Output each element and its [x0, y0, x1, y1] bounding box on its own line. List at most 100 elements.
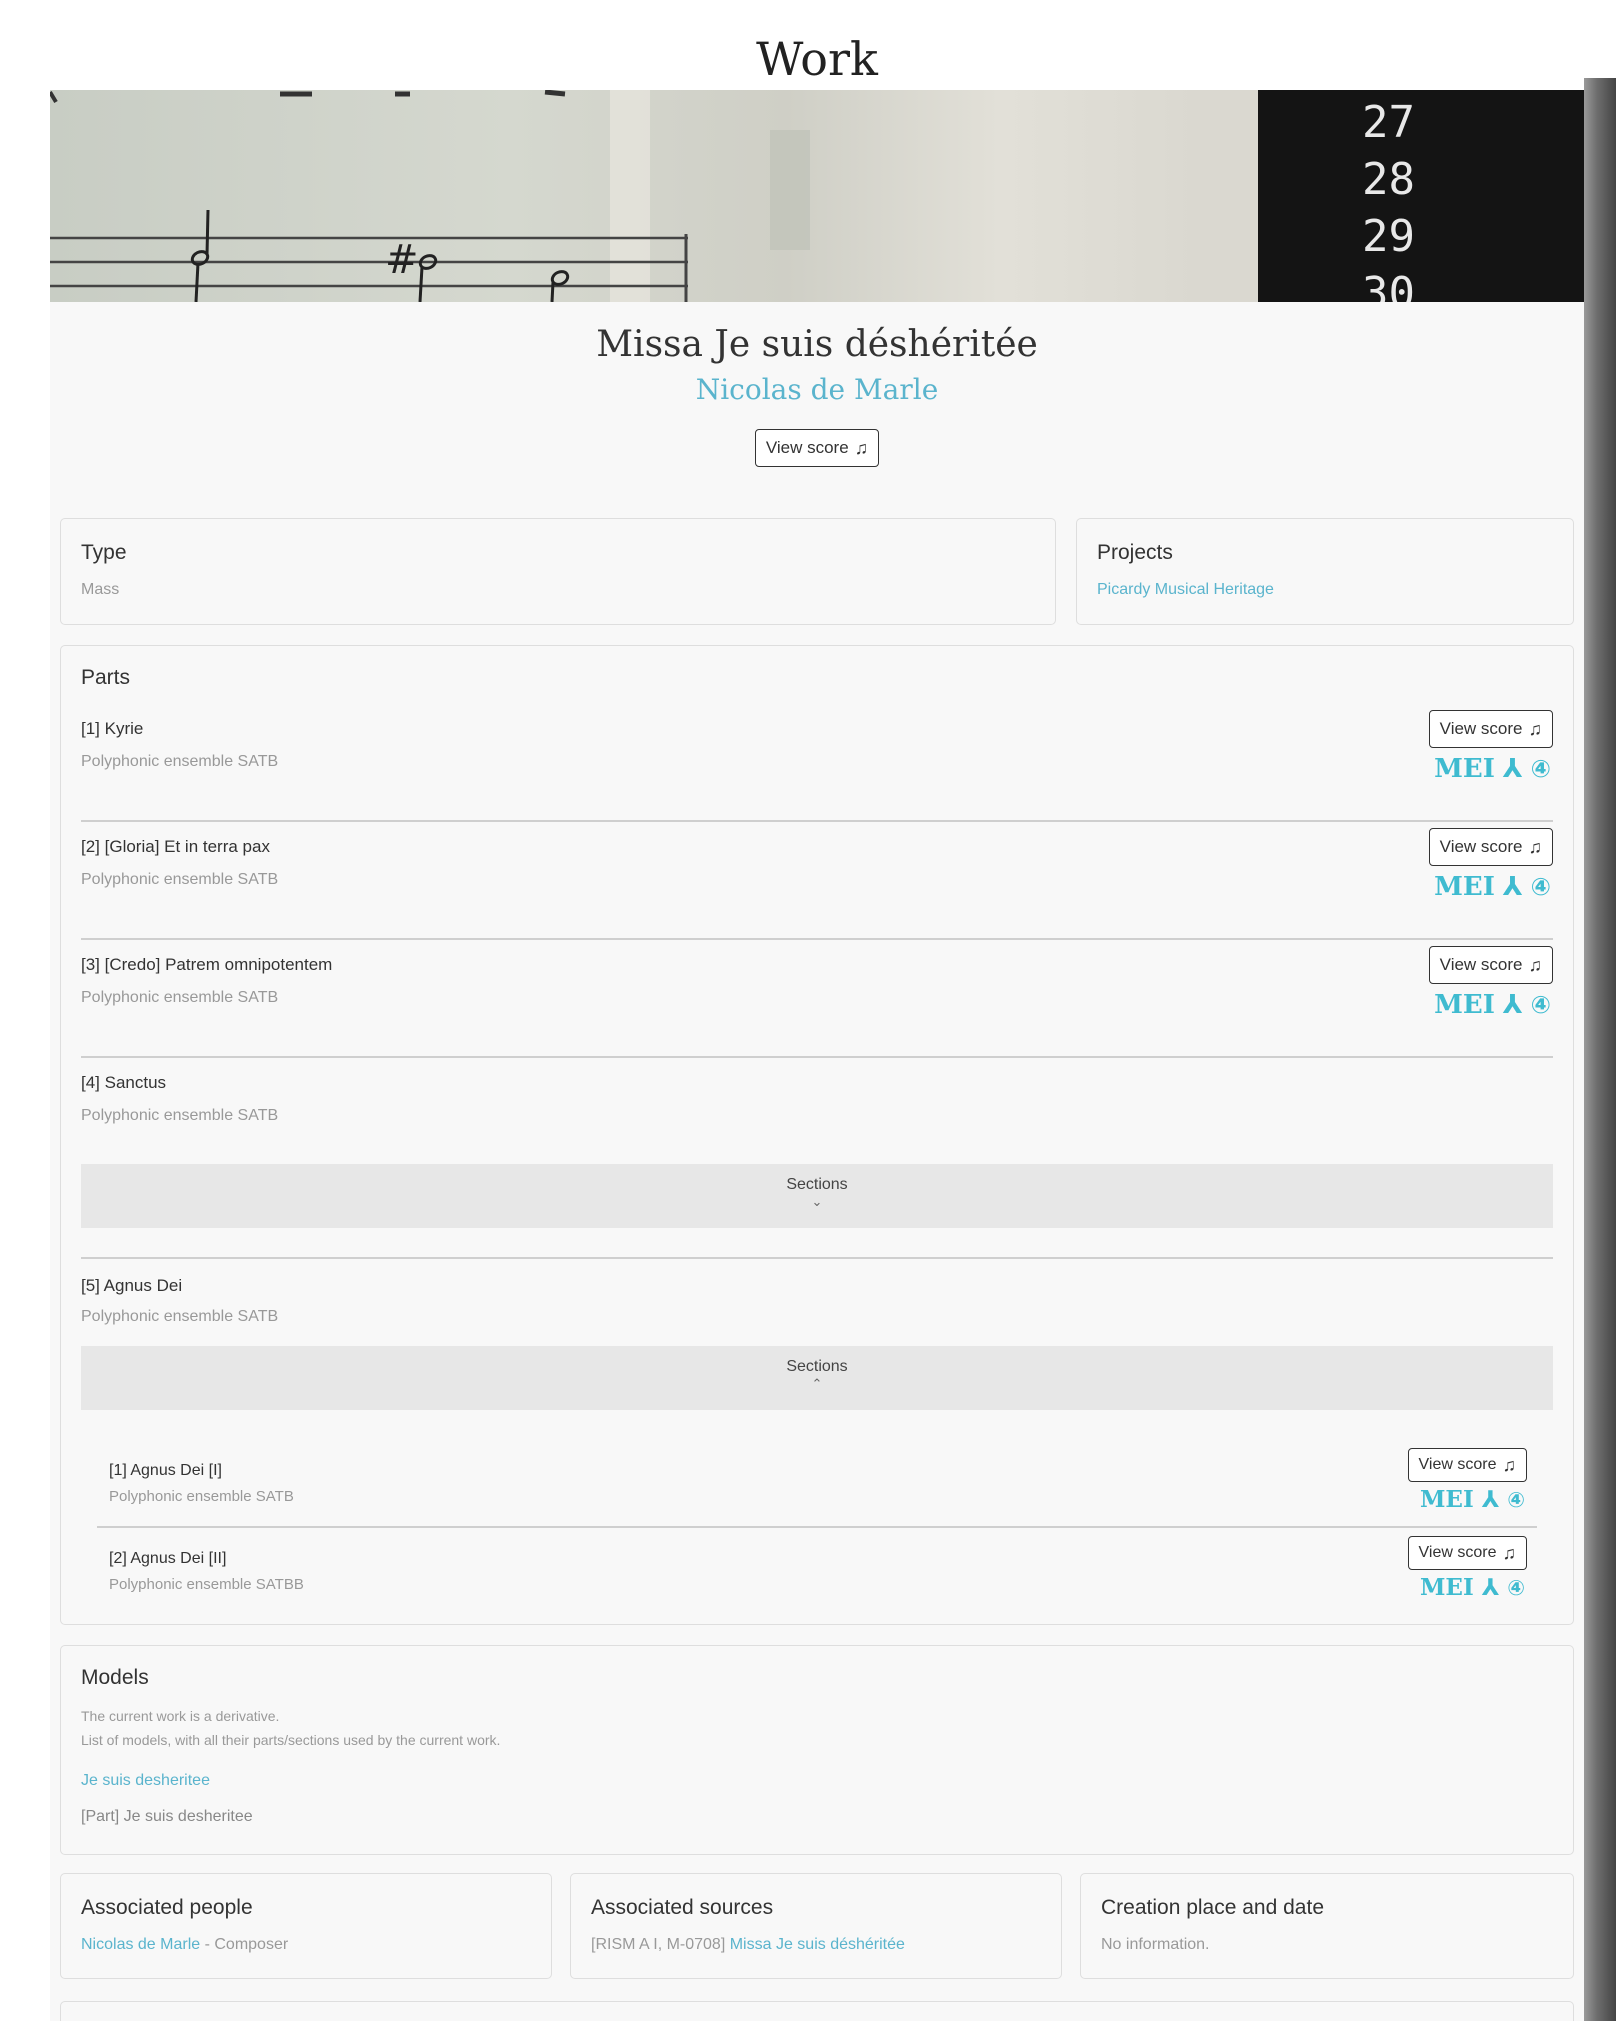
- download-icons: MEI ⅄ ④: [1434, 872, 1551, 902]
- line-number: 27: [1362, 97, 1415, 148]
- models-note: List of models, with all their parts/sec…: [81, 1732, 501, 1748]
- music-note-icon: ♫: [1502, 1542, 1517, 1563]
- person-link[interactable]: Nicolas de Marle: [81, 1936, 200, 1953]
- view-score-label: View score: [1418, 1544, 1497, 1561]
- pdf-icon[interactable]: ⅄: [1482, 1487, 1500, 1513]
- section-name[interactable]: [2] Agnus Dei [II]: [109, 1550, 226, 1568]
- creation-title: Creation place and date: [1101, 1896, 1324, 1919]
- section-separator: [97, 1526, 1537, 1528]
- view-score-label: View score: [1418, 1456, 1497, 1473]
- pdf-icon[interactable]: ⅄: [1503, 872, 1523, 902]
- models-note: The current work is a derivative.: [81, 1708, 280, 1724]
- music-note-icon: ♫: [1528, 954, 1543, 975]
- part-description: Polyphonic ensemble SATB: [81, 1308, 279, 1325]
- view-score-button[interactable]: View score ♫: [1407, 1536, 1527, 1570]
- midi-icon[interactable]: ④: [1531, 873, 1551, 901]
- midi-icon[interactable]: ④: [1507, 1488, 1525, 1512]
- line-number: 28: [1362, 154, 1415, 205]
- page: Work # 27 28 29 30 Missa Je suis déshéri…: [50, 28, 1584, 2021]
- window-shadow: [1584, 78, 1616, 2021]
- parts-card-title: Parts: [81, 666, 131, 689]
- svg-text:#: #: [385, 237, 419, 283]
- music-staff-graphic: #: [50, 90, 810, 302]
- models-card-title: Models: [81, 1666, 149, 1689]
- sections-label: Sections: [786, 1358, 848, 1375]
- mei-icon[interactable]: MEI: [1420, 1574, 1474, 1601]
- view-score-label: View score: [765, 438, 849, 457]
- music-note-icon: ♫: [1528, 718, 1543, 739]
- view-score-button[interactable]: View score ♫: [1407, 1448, 1527, 1482]
- download-icons: MEI ⅄ ④: [1434, 990, 1551, 1020]
- part-separator: [81, 1257, 1553, 1259]
- model-part: [Part] Je suis desheritee: [81, 1808, 253, 1825]
- pdf-icon[interactable]: ⅄: [1503, 990, 1523, 1020]
- midi-icon[interactable]: ④: [1507, 1576, 1525, 1600]
- sections-toggle-collapsed[interactable]: Sections ⌄: [81, 1164, 1553, 1228]
- view-score-button[interactable]: View score ♫: [1428, 828, 1553, 866]
- pdf-icon[interactable]: ⅄: [1503, 754, 1523, 784]
- person-role: - Composer: [200, 1936, 289, 1953]
- part-separator: [81, 1056, 1553, 1058]
- part-name[interactable]: [2] [Gloria] Et in terra pax: [81, 837, 270, 857]
- section-description: Polyphonic ensemble SATBB: [109, 1576, 304, 1593]
- associated-people-card: Associated people Nicolas de Marle - Com…: [60, 1873, 552, 1979]
- view-score-label: View score: [1439, 719, 1523, 738]
- view-score-button[interactable]: View score ♫: [754, 429, 880, 467]
- associated-sources-title: Associated sources: [591, 1896, 774, 1919]
- part-name[interactable]: [3] [Credo] Patrem omnipotentem: [81, 955, 332, 975]
- section-description: Polyphonic ensemble SATB: [109, 1488, 294, 1505]
- mei-icon[interactable]: MEI: [1434, 872, 1495, 902]
- sections-toggle-expanded[interactable]: Sections ⌃: [81, 1346, 1553, 1410]
- view-score-button[interactable]: View score ♫: [1428, 946, 1553, 984]
- mei-icon[interactable]: MEI: [1420, 1486, 1474, 1513]
- project-link[interactable]: Picardy Musical Heritage: [1097, 581, 1274, 599]
- composer-link[interactable]: Nicolas de Marle: [50, 373, 1584, 406]
- part-row: [5] Agnus Dei Polyphonic ensemble SATB: [81, 1265, 1553, 1335]
- projects-card: Projects Picardy Musical Heritage: [1076, 518, 1574, 625]
- view-score-label: View score: [1439, 837, 1523, 856]
- view-score-button[interactable]: View score ♫: [1428, 710, 1553, 748]
- source-link[interactable]: Missa Je suis déshéritée: [730, 1936, 905, 1953]
- part-row: [1] Kyrie Polyphonic ensemble SATB View …: [81, 710, 1553, 810]
- next-card: [60, 2001, 1574, 2021]
- score-banner-image: # 27 28 29 30: [50, 90, 1584, 302]
- banner-line-numbers: 27 28 29 30: [1362, 94, 1415, 302]
- download-icons: MEI ⅄ ④: [1420, 1574, 1525, 1601]
- work-title: Missa Je suis déshéritée: [596, 324, 1038, 365]
- midi-icon[interactable]: ④: [1531, 755, 1551, 783]
- projects-card-title: Projects: [1097, 541, 1173, 564]
- part-row: [4] Sanctus Polyphonic ensemble SATB: [81, 1064, 1553, 1134]
- chevron-down-icon: ⌄: [811, 1194, 823, 1209]
- associated-sources-card: Associated sources [RISM A I, M-0708] Mi…: [570, 1873, 1062, 1979]
- type-card-title: Type: [81, 541, 127, 564]
- type-card: Type Mass: [60, 518, 1056, 625]
- section-row: [1] Agnus Dei [I] Polyphonic ensemble SA…: [109, 1448, 1527, 1534]
- page-heading: Work: [50, 28, 1584, 90]
- part-row: [3] [Credo] Patrem omnipotentem Polyphon…: [81, 946, 1553, 1046]
- line-number: 30: [1362, 268, 1415, 302]
- download-icons: MEI ⅄ ④: [1434, 754, 1551, 784]
- line-number: 29: [1362, 211, 1415, 262]
- part-description: Polyphonic ensemble SATB: [81, 1107, 279, 1124]
- part-separator: [81, 938, 1553, 940]
- download-icons: MEI ⅄ ④: [1420, 1486, 1525, 1513]
- section-row: [2] Agnus Dei [II] Polyphonic ensemble S…: [109, 1536, 1527, 1622]
- view-score-label: View score: [1439, 955, 1523, 974]
- creation-value: No information.: [1101, 1936, 1210, 1953]
- pdf-icon[interactable]: ⅄: [1482, 1575, 1500, 1601]
- part-name[interactable]: [4] Sanctus: [81, 1073, 166, 1093]
- mei-icon[interactable]: MEI: [1434, 990, 1495, 1020]
- part-description: Polyphonic ensemble SATB: [81, 989, 279, 1006]
- part-name[interactable]: [5] Agnus Dei: [81, 1276, 182, 1296]
- model-link[interactable]: Je suis desheritee: [81, 1772, 210, 1790]
- creation-card: Creation place and date No information.: [1080, 1873, 1574, 1979]
- part-name[interactable]: [1] Kyrie: [81, 719, 143, 739]
- sections-label: Sections: [786, 1176, 848, 1193]
- models-card: Models The current work is a derivative.…: [60, 1645, 1574, 1855]
- part-separator: [81, 820, 1553, 822]
- midi-icon[interactable]: ④: [1531, 991, 1551, 1019]
- music-note-icon: ♫: [1502, 1454, 1517, 1475]
- type-value: Mass: [81, 581, 120, 598]
- section-name[interactable]: [1] Agnus Dei [I]: [109, 1462, 222, 1480]
- mei-icon[interactable]: MEI: [1434, 754, 1495, 784]
